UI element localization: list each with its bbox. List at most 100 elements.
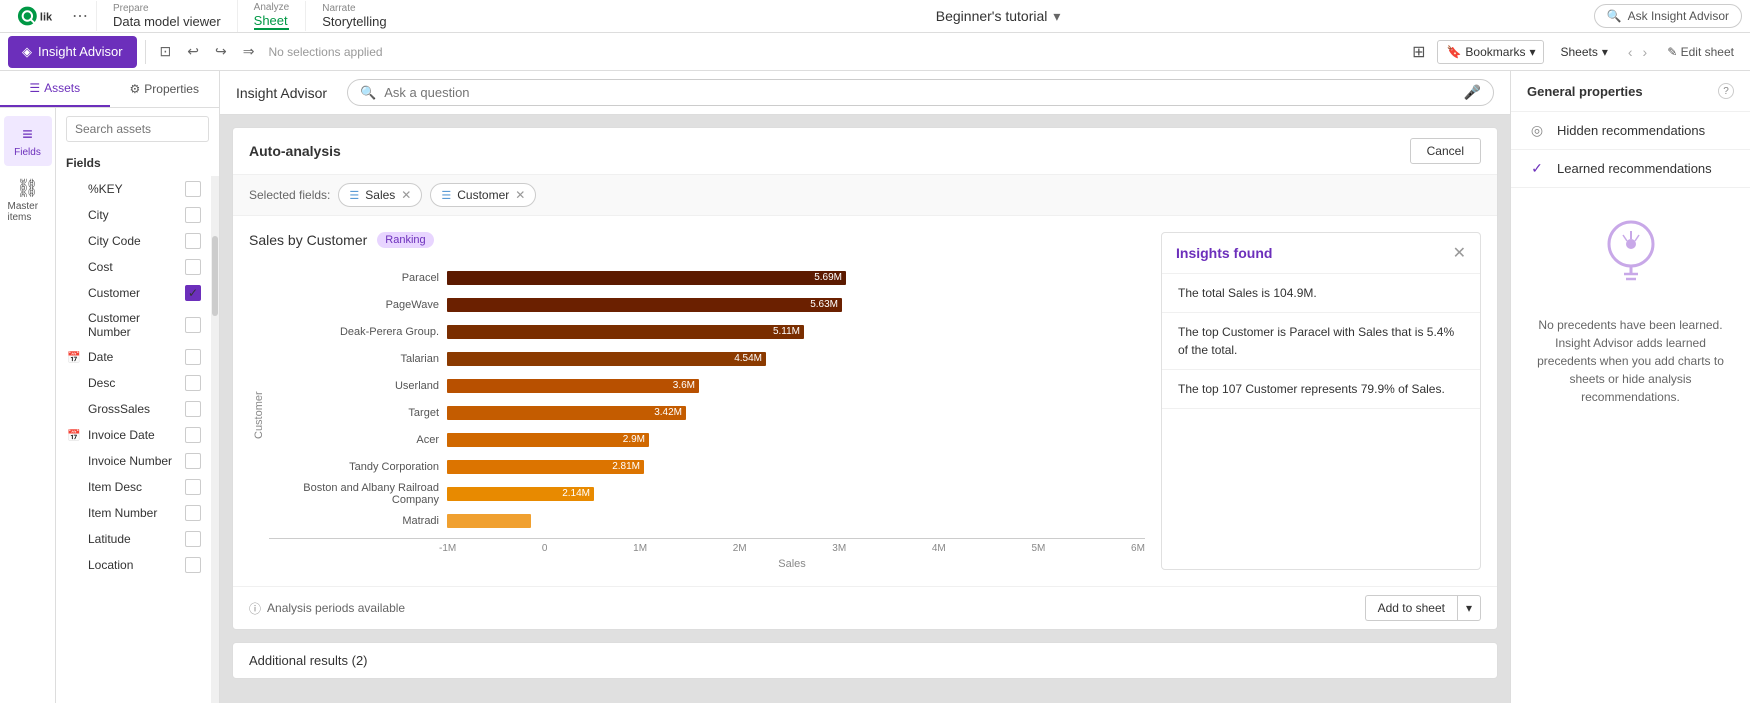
field-checkbox[interactable]: [185, 557, 201, 573]
bar-fill: 2.9M: [447, 433, 649, 447]
x-axis-tick: 4M: [932, 543, 946, 554]
field-checkbox[interactable]: [185, 317, 201, 333]
bookmarks-label: Bookmarks: [1465, 45, 1525, 59]
field-item-invoice-date[interactable]: 📅Invoice Date: [56, 422, 211, 448]
sales-tag-close[interactable]: ✕: [401, 188, 411, 202]
customer-tag-icon: ☰: [441, 189, 451, 202]
nav-narrate-sub: Narrate: [322, 3, 386, 14]
field-name-label: %KEY: [88, 182, 179, 196]
field-checkbox[interactable]: [185, 259, 201, 275]
sheets-chevron: ▾: [1602, 45, 1608, 59]
nav-analyze[interactable]: Analyze Sheet: [237, 0, 306, 32]
bar-track: 3.42M: [447, 405, 1145, 421]
tab-properties[interactable]: ⚙ Properties: [110, 71, 220, 107]
grid-view-icon[interactable]: ⊞: [1408, 38, 1429, 66]
field-item-customer-number[interactable]: Customer Number: [56, 306, 211, 344]
sheets-label: Sheets: [1560, 45, 1597, 59]
field-item-desc[interactable]: Desc: [56, 370, 211, 396]
bar-value: 5.63M: [810, 299, 838, 310]
tab-assets[interactable]: ☰ Assets: [0, 71, 110, 107]
calendar-icon: 📅: [66, 427, 82, 443]
bookmark-icon: 🔖: [1446, 45, 1461, 59]
bookmarks-button[interactable]: 🔖 Bookmarks ▾: [1437, 40, 1544, 64]
prev-sheet-arrow[interactable]: ‹: [1624, 42, 1637, 62]
bar-chart-inner: Paracel5.69MPageWave5.63MDeak-Perera Gro…: [269, 260, 1145, 570]
chart-insights-row: Sales by Customer Ranking Customer Parac…: [233, 216, 1497, 586]
add-to-sheet-dropdown[interactable]: ▾: [1457, 595, 1481, 621]
microphone-icon[interactable]: 🎤: [1464, 84, 1481, 101]
search-input[interactable]: [66, 116, 209, 142]
analysis-footer: ⓘ Analysis periods available Add to shee…: [233, 586, 1497, 629]
sales-tag-label: Sales: [365, 188, 395, 202]
field-checkbox[interactable]: [185, 453, 201, 469]
fields-scrollbar[interactable]: [211, 176, 219, 703]
bar-value: 5.11M: [773, 326, 800, 337]
field-name-label: Cost: [88, 260, 179, 274]
insight-advisor-tab[interactable]: ◈ Insight Advisor: [8, 36, 137, 68]
search-icon: 🔍: [1607, 9, 1622, 23]
help-icon[interactable]: ?: [1718, 83, 1734, 99]
field-item-item-desc[interactable]: Item Desc: [56, 474, 211, 500]
field-item-city[interactable]: City: [56, 202, 211, 228]
learned-recommendations-item[interactable]: ✓ Learned recommendations: [1511, 150, 1750, 188]
field-item-%key[interactable]: %KEY: [56, 176, 211, 202]
bar-track: [447, 513, 1145, 529]
sidebar-item-fields[interactable]: ≡ Fields: [4, 116, 52, 166]
fields-section-header: Fields: [56, 150, 219, 176]
field-item-city-code[interactable]: City Code: [56, 228, 211, 254]
left-panel: ☰ Assets ⚙ Properties ≡ Fields ⛓ Master …: [0, 71, 220, 703]
nav-narrate[interactable]: Narrate Storytelling: [305, 1, 402, 31]
bar-fill: 5.11M: [447, 325, 804, 339]
fields-scroll-thumb[interactable]: [212, 236, 218, 316]
field-checkbox[interactable]: [185, 349, 201, 365]
field-item-item-number[interactable]: Item Number: [56, 500, 211, 526]
field-item-invoice-number[interactable]: Invoice Number: [56, 448, 211, 474]
bar-value: 3.6M: [673, 380, 695, 391]
field-checkbox[interactable]: [185, 479, 201, 495]
field-item-location[interactable]: Location: [56, 552, 211, 578]
x-axis-tick: 5M: [1031, 543, 1045, 554]
insights-header: Insights found ✕: [1162, 233, 1480, 274]
next-sheet-arrow[interactable]: ›: [1639, 42, 1652, 62]
assets-tab-label: Assets: [44, 81, 80, 95]
undo-icon[interactable]: ↩: [181, 39, 205, 64]
field-checkbox[interactable]: [185, 401, 201, 417]
field-item-latitude[interactable]: Latitude: [56, 526, 211, 552]
field-item-customer[interactable]: Customer✓: [56, 280, 211, 306]
selection-icon[interactable]: ⊡: [154, 39, 178, 64]
fields-area: ≡ Fields ⛓ Master items Fields %KEYCityC…: [0, 108, 219, 703]
add-to-sheet-button[interactable]: Add to sheet: [1365, 595, 1457, 621]
field-checkbox[interactable]: [185, 505, 201, 521]
field-checkbox[interactable]: ✓: [185, 285, 201, 301]
field-checkbox[interactable]: [185, 427, 201, 443]
field-checkbox[interactable]: [185, 375, 201, 391]
redo-icon[interactable]: ↪: [209, 39, 233, 64]
field-item-cost[interactable]: Cost: [56, 254, 211, 280]
field-item-grosssales[interactable]: GrossSales: [56, 396, 211, 422]
cancel-button[interactable]: Cancel: [1410, 138, 1481, 164]
field-checkbox[interactable]: [185, 233, 201, 249]
field-checkbox[interactable]: [185, 531, 201, 547]
insights-close-icon[interactable]: ✕: [1453, 243, 1466, 263]
field-item-date[interactable]: 📅Date: [56, 344, 211, 370]
ask-insight-label: Ask Insight Advisor: [1628, 9, 1729, 23]
nav-narrate-main: Storytelling: [322, 14, 386, 29]
forward-icon[interactable]: ⇒: [237, 39, 261, 64]
fields-list: %KEY CityCity Code Cost Customer✓Customer N…: [56, 176, 211, 703]
ask-insight-button[interactable]: 🔍 Ask Insight Advisor: [1594, 4, 1742, 28]
sidebar-item-master[interactable]: ⛓ Master items: [4, 170, 52, 231]
edit-icon: ✎: [1667, 45, 1677, 59]
field-checkbox[interactable]: [185, 181, 201, 197]
app-title-chevron[interactable]: ▾: [1053, 8, 1060, 25]
hidden-recommendations-item[interactable]: ◎ Hidden recommendations: [1511, 112, 1750, 150]
bar-fill: 2.81M: [447, 460, 644, 474]
nav-prepare[interactable]: Prepare Data model viewer: [96, 1, 237, 31]
edit-sheet-button[interactable]: ✎ Edit sheet: [1659, 41, 1742, 63]
sheets-button[interactable]: Sheets ▾: [1552, 41, 1615, 63]
field-name-label: Date: [88, 350, 179, 364]
bar-label: Talarian: [269, 353, 439, 365]
nav-more-icon[interactable]: ⋯: [64, 6, 96, 26]
insight-question-input[interactable]: [384, 85, 1455, 100]
customer-tag-close[interactable]: ✕: [515, 188, 525, 202]
field-checkbox[interactable]: [185, 207, 201, 223]
